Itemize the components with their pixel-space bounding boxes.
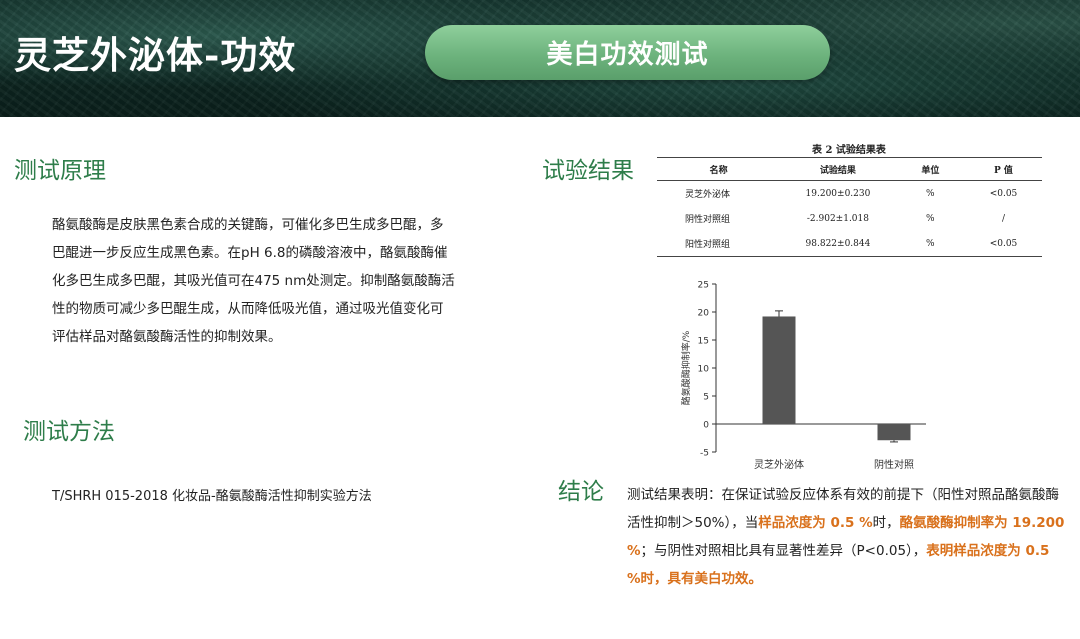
table-row: 阴性对照组 -2.902±1.018 % / [657, 206, 1042, 231]
y-tick-label: 20 [698, 309, 710, 319]
table-caption: 表 2 试验结果表 [812, 145, 886, 156]
principle-line: 化多巴生成多巴醌，其吸光值可在475 nm处测定。抑制酪氨酸酶活 [52, 273, 455, 289]
results-table: 名称 试验结果 单位 P 值 灵芝外泌体 19.200±0.230 % <0.0… [657, 157, 1042, 257]
y-tick-label: 5 [703, 393, 709, 403]
bar [762, 316, 796, 424]
results-heading: 试验结果 [542, 158, 634, 184]
y-tick-label: 15 [698, 337, 709, 347]
conclusion-heading: 结论 [558, 479, 604, 505]
table-cell: 98.822±0.844 [780, 231, 896, 257]
category-label: 灵芝外泌体 [754, 458, 804, 471]
table-row: 阳性对照组 98.822±0.844 % <0.05 [657, 231, 1042, 257]
column-header: 名称 [657, 157, 781, 181]
section-pill: 美白功效测试 [425, 25, 830, 80]
principle-paragraph: 酪氨酸酶是皮肤黑色素合成的关键酶，可催化多巴生成多巴醌，多 巴醌进一步反应生成黑… [52, 211, 502, 351]
method-text: T/SHRH 015-2018 化妆品-酪氨酸酶活性抑制实验方法 [52, 489, 372, 504]
table-cell: 阳性对照组 [657, 231, 781, 257]
principle-line: 评估样品对酪氨酸酶活性的抑制效果。 [52, 329, 282, 345]
table-cell: 阴性对照组 [685, 215, 731, 225]
table-header-row: 名称 试验结果 单位 P 值 [657, 157, 1042, 181]
y-tick-label: 25 [698, 281, 709, 291]
table-cell: 灵芝外泌体 [685, 190, 731, 200]
principle-heading: 测试原理 [14, 158, 106, 184]
page-title: 灵芝外泌体-功效 [14, 33, 297, 77]
conclusion-highlight: 样品浓度为 0.5 % [758, 515, 873, 531]
y-tick-label: -5 [700, 449, 709, 459]
principle-line: 巴醌进一步反应生成黑色素。在pH 6.8的磷酸溶液中，酪氨酸酶催 [52, 245, 448, 261]
header-banner: 灵芝外泌体-功效 美白功效测试 [0, 0, 1080, 117]
category-label: 阴性对照 [874, 458, 914, 471]
conclusion-text: ；与阴性对照相比具有显著性差异（P<0.05）， [640, 543, 927, 559]
y-tick-label: 10 [698, 365, 710, 375]
principle-line: 性的物质可减少多巴醌生成，从而降低吸光值，通过吸光值变化可 [52, 301, 444, 317]
conclusion-text: 时， [872, 515, 900, 531]
table-cell: 19.200±0.230 [805, 188, 871, 199]
inhibition-bar-chart: -5 0 5 10 15 20 25 酪氨酸酶抑制率/% 灵芝外泌体 阴性对照 [680, 281, 926, 471]
y-tick-label: 0 [703, 421, 709, 431]
principle-line: 酪氨酸酶是皮肤黑色素合成的关键酶，可催化多巴生成多巴醌，多 [52, 217, 444, 233]
table-cell: % [895, 231, 965, 257]
table-cell: % [926, 188, 935, 199]
table-cell: -2.902±1.018 [806, 213, 869, 224]
bar [877, 424, 911, 441]
table-cell: <0.05 [964, 231, 1042, 257]
method-heading: 测试方法 [23, 419, 115, 445]
section-pill-label: 美白功效测试 [546, 40, 709, 70]
table-cell: % [926, 213, 935, 224]
column-header: 单位 [895, 157, 965, 181]
table-row: 灵芝外泌体 19.200±0.230 % <0.05 [657, 181, 1042, 207]
column-header: 试验结果 [780, 157, 896, 181]
conclusion-paragraph: 测试结果表明：在保证试验反应体系有效的前提下（阳性对照品酪氨酸酶活性抑制＞50%… [627, 481, 1067, 593]
y-axis-label: 酪氨酸酶抑制率/% [680, 330, 692, 405]
table-cell: <0.05 [989, 188, 1018, 199]
column-header: P 值 [964, 157, 1042, 181]
table-cell: / [1001, 213, 1006, 224]
